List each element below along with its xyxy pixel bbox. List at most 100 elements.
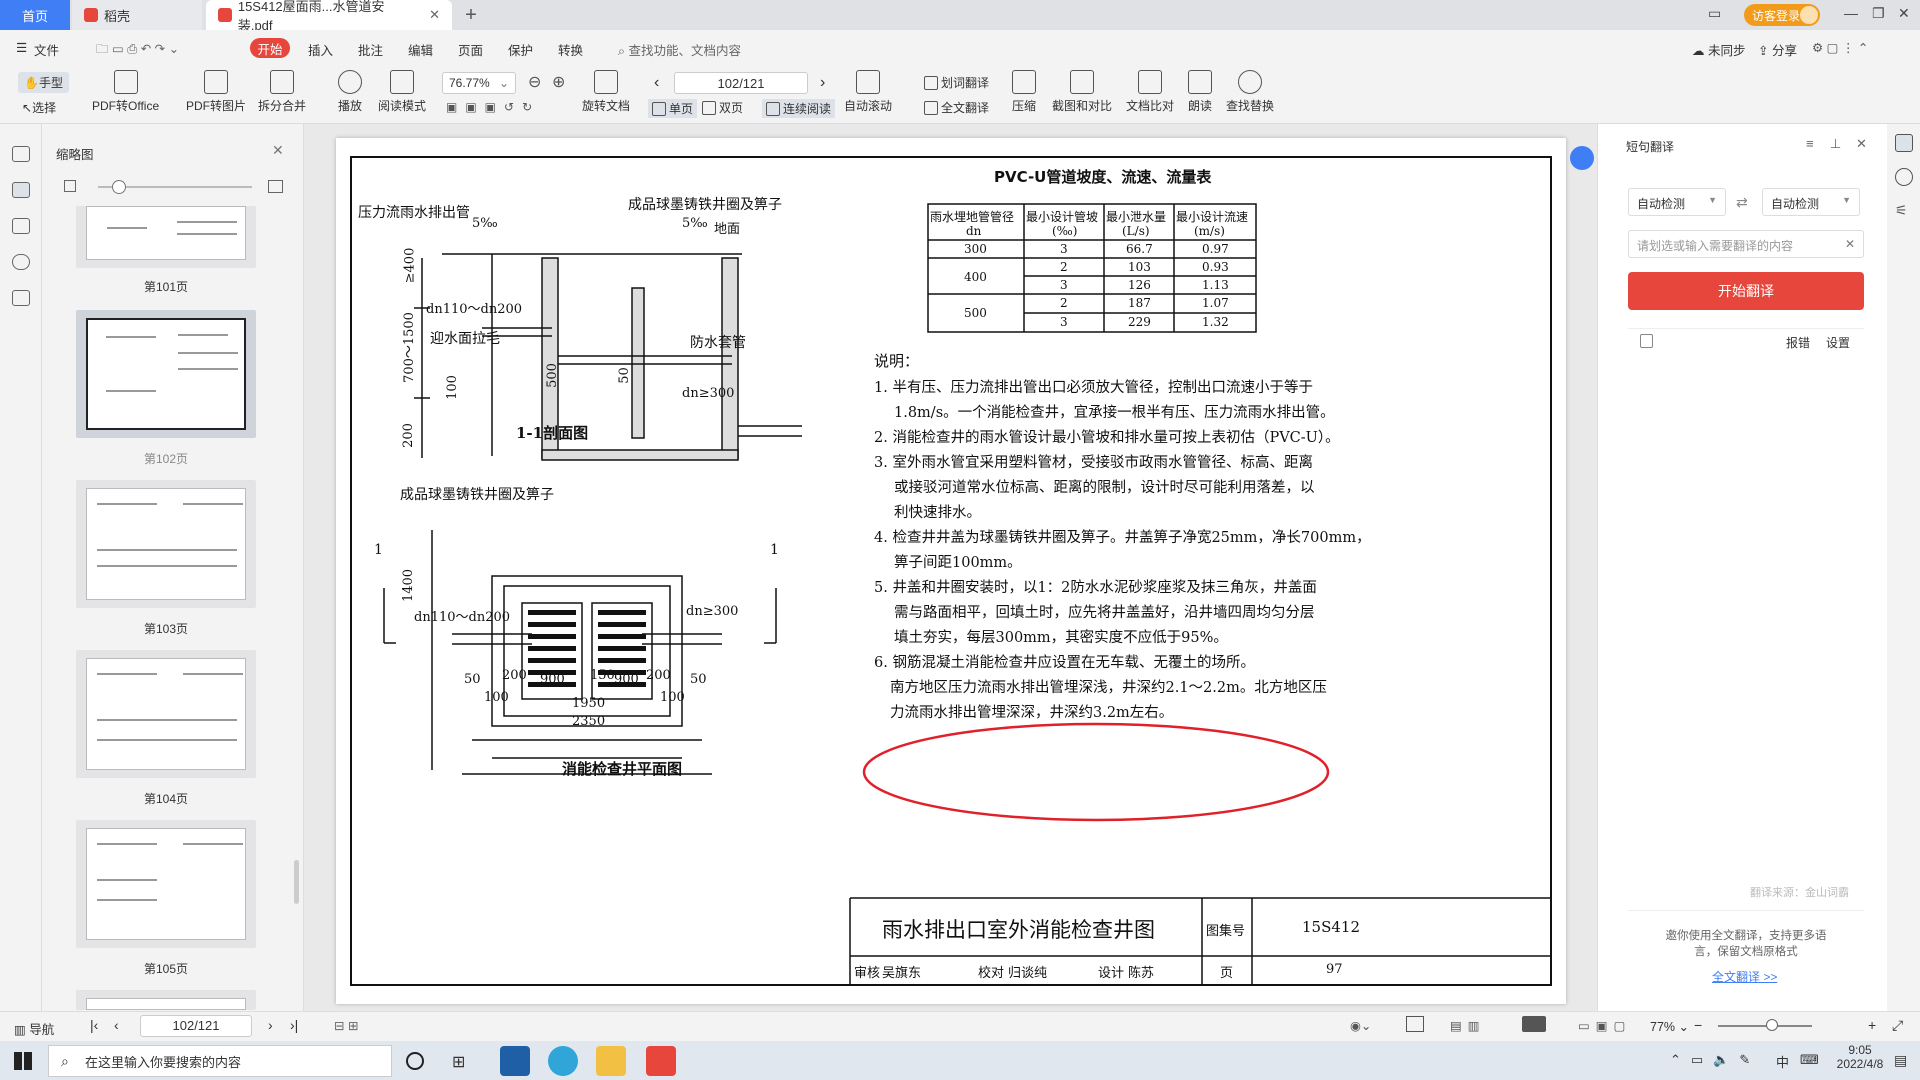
close-panel-icon[interactable]: ✕ [272,142,284,159]
read-mode-button[interactable]: 阅读模式 [378,70,426,114]
fullscreen-icon[interactable]: ⤢ [1892,1017,1903,1034]
screenshot-compare-button[interactable]: 截图和对比 [1052,70,1112,114]
swap-icon[interactable]: ⇄ [1736,194,1748,211]
close-window-icon[interactable]: ✕ [1898,5,1910,22]
clock[interactable]: 9:05 2022/4/8 [1832,1043,1888,1071]
signature-icon[interactable] [12,290,30,306]
adjust-icon[interactable]: ⚟ [1895,202,1908,219]
last-page-icon[interactable]: ›| [290,1017,298,1033]
more-icons[interactable]: ⚙ ▢ ⋮ ⌃ [1812,40,1868,55]
compress-button[interactable]: 压缩 [1012,70,1036,114]
play-slideshow-icon[interactable] [1522,1016,1546,1032]
prev-page-icon[interactable]: ‹ [114,1017,119,1033]
cad-app-icon[interactable] [500,1046,530,1076]
help-icon[interactable] [1895,168,1913,186]
thumbnail-page-102[interactable] [76,310,256,438]
find-replace-button[interactable]: 查找替换 [1226,70,1274,114]
windows-start-icon[interactable] [14,1052,32,1070]
sync-status[interactable]: ☁ 未同步 [1692,40,1746,59]
notification-icon[interactable]: ▤ [1894,1052,1907,1069]
toolbar-quick-icons[interactable]: 🗀 ▭ ⎙ ↶ ↷ ⌄ [96,40,179,61]
auto-scroll-button[interactable]: 自动滚动 [844,70,892,114]
layout-icon[interactable]: ▭ [1708,5,1721,22]
target-language-select[interactable]: 自动检测 ▼ [1762,188,1860,216]
cortana-icon[interactable] [406,1052,424,1070]
eye-protect-icon[interactable]: ◉⌄ [1350,1018,1371,1033]
thumbnail-icon[interactable] [12,182,30,198]
zoom-out-icon[interactable]: ⊖ [528,72,541,92]
double-page-button[interactable]: 双页 [702,99,743,116]
full-translate-button[interactable]: 全文翻译 [924,99,989,116]
tab-daoke[interactable]: 稻壳 [72,0,202,30]
translate-input[interactable]: 请划选或输入需要翻译的内容 ✕ [1628,230,1864,258]
report-error-link[interactable]: 报错 [1786,334,1810,351]
menu-insert[interactable]: 插入 [308,40,333,59]
next-page-icon[interactable]: › [268,1017,273,1033]
hand-tool[interactable]: ✋ 手型 [18,72,69,93]
menu-annotate[interactable]: 批注 [358,40,383,59]
page-view-icons[interactable]: ▤▥ [1450,1018,1486,1033]
next-page-icon[interactable]: › [820,74,825,92]
source-language-select[interactable]: 自动检测 ▼ [1628,188,1726,216]
fit-page-icons[interactable]: ▭▣▢ [1578,1018,1631,1033]
word-translate-button[interactable]: 划词翻译 [924,74,989,91]
zoom-in-icon[interactable]: + [1868,1017,1876,1033]
tab-home[interactable]: 首页 [0,0,70,30]
thumbnail-page-105[interactable] [76,820,256,948]
taskbar-search[interactable]: ⌕ 在这里输入你要搜索的内容 [48,1045,392,1077]
thumbnail-page-104[interactable] [76,650,256,778]
first-page-icon[interactable]: |‹ [90,1017,98,1033]
tray-icons[interactable]: ⌃▭🔈✎ [1670,1052,1760,1068]
single-page-button[interactable]: 单页 [648,99,698,118]
menu-edit[interactable]: 编辑 [408,40,433,59]
menu-start[interactable]: 开始 [250,38,290,58]
thumb-scrollbar[interactable] [294,860,299,904]
floating-tool-icon[interactable] [1570,146,1594,170]
hamburger-icon[interactable]: ☰ [16,40,27,55]
menu-convert[interactable]: 转换 [558,40,583,59]
share-button[interactable]: ⇪ 分享 [1758,40,1797,59]
guest-login-button[interactable]: 访客登录 [1744,4,1820,26]
play-button[interactable]: 播放 [338,70,362,114]
search-feature[interactable]: ⌕ 查找功能、文档内容 [618,40,741,59]
zoom-level[interactable]: 77% ⌄ [1650,1019,1689,1034]
tab-close-icon[interactable]: ✕ [429,7,440,23]
thumbnail-page-103[interactable] [76,480,256,608]
pdf-to-office-button[interactable]: PDF转Office [92,70,159,114]
ime-indicator[interactable]: 中 [1776,1052,1789,1071]
rotate-document-button[interactable]: 旋转文档 [582,70,630,114]
task-view-icon[interactable]: ⊞ [452,1052,465,1072]
zoom-out-icon[interactable]: − [1694,1017,1702,1033]
menu-page[interactable]: 页面 [458,40,483,59]
file-explorer-icon[interactable] [596,1046,626,1076]
restore-icon[interactable]: ❐ [1872,5,1885,22]
attachment-icon[interactable] [12,254,30,270]
navigation-button[interactable]: ▥ 导航 [14,1019,54,1038]
copy-icon[interactable] [1640,334,1653,348]
fit-icons[interactable]: ⊟ ⊞ [334,1018,358,1033]
status-page-input[interactable]: 102/121 [140,1015,252,1037]
translate-panel-title[interactable]: 短句翻译 [1626,138,1674,155]
new-tab-icon[interactable]: + [456,0,486,30]
prev-page-icon[interactable]: ‹ [654,74,659,92]
wps-office-icon[interactable] [646,1046,676,1076]
zoom-select[interactable]: 76.77% ⌄ [442,72,516,94]
close-panel-icon[interactable]: ✕ [1856,136,1867,152]
small-thumb-icon[interactable] [64,180,76,192]
slider-handle[interactable] [112,180,126,194]
edge-browser-icon[interactable] [548,1046,578,1076]
thumbnail-page-101[interactable] [76,206,256,268]
minimize-icon[interactable]: — [1844,5,1858,21]
pin-icon[interactable]: ⊥ [1830,136,1841,152]
read-aloud-button[interactable]: 朗读 [1188,70,1212,114]
view-tools-icons[interactable]: ▣▣▣↺↻ [446,100,540,114]
page-number-input[interactable]: 102/121 [674,72,808,94]
menu-file[interactable]: 文件 [34,40,59,59]
continuous-read-button[interactable]: 连续阅读 [762,99,836,118]
thumbnail-page-106[interactable] [76,990,256,1010]
keyboard-icon[interactable]: ⌨ [1800,1052,1819,1068]
select-tool[interactable]: ↖ 选择 [22,99,56,116]
clear-icon[interactable]: ✕ [1845,237,1855,251]
split-merge-button[interactable]: 拆分合并 [258,70,306,114]
single-view-icon[interactable] [1406,1016,1424,1032]
